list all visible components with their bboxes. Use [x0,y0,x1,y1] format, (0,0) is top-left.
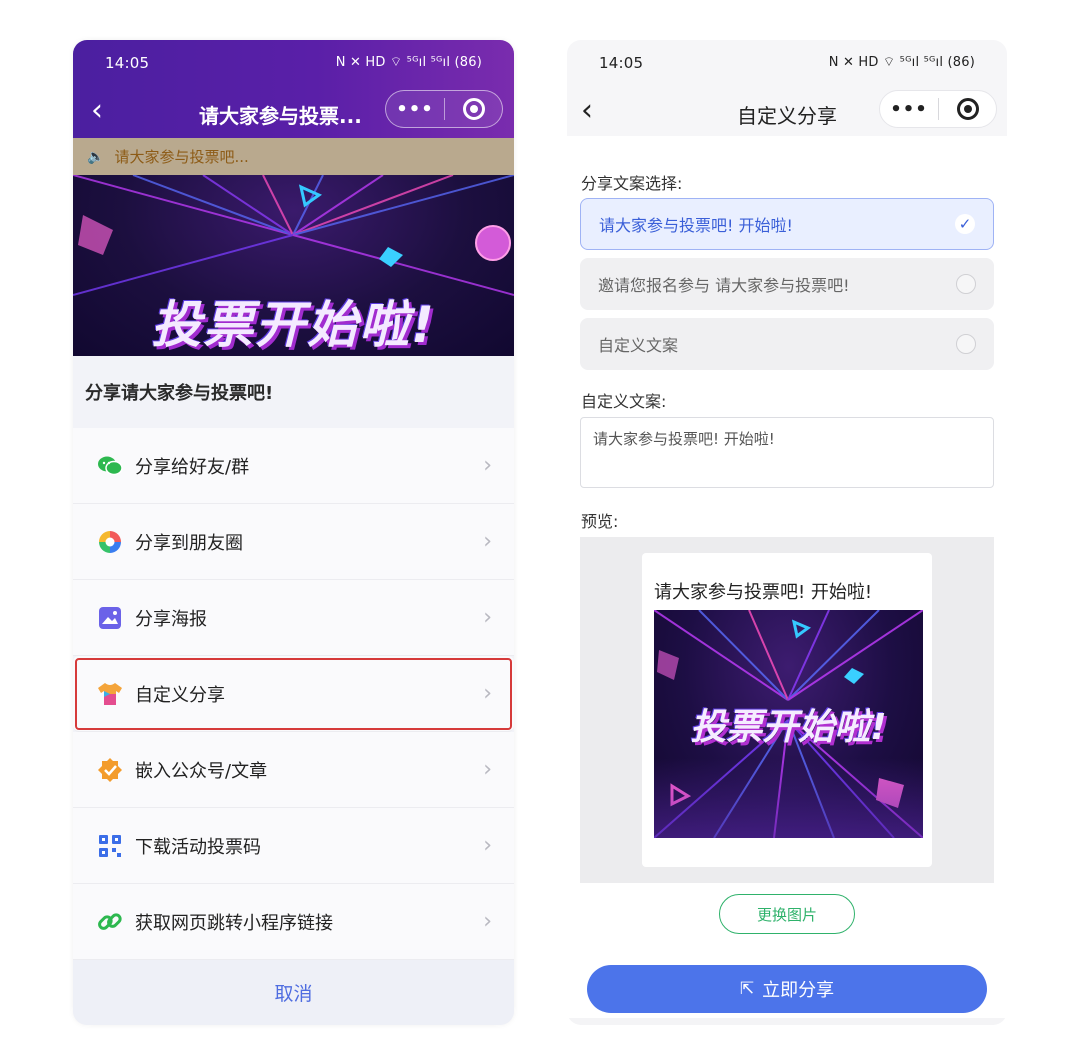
wechat-icon [97,453,123,479]
custom-copy-input[interactable]: 请大家参与投票吧! 开始啦! [580,417,994,488]
mini-program-capsule: ••• [385,90,503,128]
home-indicator-area [567,1018,1007,1025]
share-panel: 分享请大家参与投票吧! 分享给好友/群 › 分享到朋友圈 › 分享海报 › 自定… [73,356,514,1025]
copy-option-2[interactable]: 邀请您报名参与 请大家参与投票吧! [580,258,994,310]
checkmark-icon: ✓ [955,214,975,234]
qr-code-icon [97,833,123,859]
chevron-right-icon: › [483,757,492,782]
menu-label: 分享海报 [135,608,207,630]
link-icon [97,909,123,935]
mini-program-capsule: ••• [879,90,997,128]
menu-custom-share[interactable]: 自定义分享 › [73,656,514,732]
preview-image: 投票开始啦! [654,610,923,838]
option-text: 邀请您报名参与 请大家参与投票吧! [598,276,850,295]
chevron-right-icon: › [483,681,492,706]
menu-label: 下载活动投票码 [135,836,261,858]
menu-label: 分享到朋友圈 [135,532,243,554]
poster-icon [97,605,123,631]
chevron-right-icon: › [483,833,492,858]
radio-icon [956,334,976,354]
share-now-button[interactable]: ⇱ 立即分享 [587,965,987,1013]
option-text: 请大家参与投票吧! 开始啦! [599,216,793,235]
activity-banner: 投票开始啦! [73,175,514,356]
menu-label: 获取网页跳转小程序链接 [135,912,333,934]
target-icon [956,98,979,120]
chevron-right-icon: › [483,453,492,478]
custom-copy-label: 自定义文案: [581,392,667,411]
copy-option-1[interactable]: 请大家参与投票吧! 开始啦! ✓ [580,198,994,250]
menu-download-qrcode[interactable]: 下载活动投票码 › [73,808,514,884]
custom-share-screen: 14:05 N ✕ HD ⌔ ⁵ᴳıl ⁵ᴳıl (86) ‹ 自定义分享 ••… [567,40,1007,1025]
share-heading: 分享请大家参与投票吧! [73,356,514,428]
change-image-button[interactable]: 更换图片 [719,894,855,934]
banner-title: 投票开始啦! [151,296,436,354]
menu-label: 嵌入公众号/文章 [135,760,268,782]
share-menu-screen: 14:05 N ✕ HD ⌔ ⁵ᴳıl ⁵ᴳıl (86) ‹ 请大家参与投票.… [73,40,514,1025]
right-header: 14:05 N ✕ HD ⌔ ⁵ᴳıl ⁵ᴳıl (86) ‹ 自定义分享 ••… [567,40,1007,136]
status-time: 14:05 [599,54,644,72]
verified-badge-icon [97,757,123,783]
status-icons: N ✕ HD ⌔ ⁵ᴳıl ⁵ᴳıl (86) [828,55,975,70]
chevron-right-icon: › [483,605,492,630]
cancel-button[interactable]: 取消 [73,960,514,1025]
back-icon[interactable]: ‹ [581,96,593,126]
speaker-icon: 🔈 [87,148,105,165]
notice-text: 请大家参与投票吧... [114,148,249,166]
close-mini-program-button[interactable] [445,98,502,120]
menu-label: 分享给好友/群 [135,456,250,478]
preview-card: 请大家参与投票吧! 开始啦! 投票开始啦! [642,553,932,867]
share-now-label: 立即分享 [762,980,835,1001]
notice-bar: 🔈 请大家参与投票吧... [73,138,514,175]
back-icon[interactable]: ‹ [91,96,103,126]
radio-icon [956,274,976,294]
preview-image-title: 投票开始啦! [690,707,887,748]
shirt-icon [97,681,123,707]
menu-share-moments[interactable]: 分享到朋友圈 › [73,504,514,580]
preview-text: 请大家参与投票吧! 开始啦! [654,582,873,603]
preview-label: 预览: [581,512,619,531]
menu-label: 自定义分享 [135,684,225,706]
more-button[interactable]: ••• [386,99,444,120]
share-icon: ⇱ [739,979,755,999]
page-title: 自定义分享 [737,104,837,128]
moments-icon [97,529,123,555]
left-header: 14:05 N ✕ HD ⌔ ⁵ᴳıl ⁵ᴳıl (86) ‹ 请大家参与投票.… [73,40,514,138]
preview-floor-glow [654,758,923,838]
page-title: 请大家参与投票... [199,104,362,128]
close-mini-program-button[interactable] [939,98,996,120]
status-icons: N ✕ HD ⌔ ⁵ᴳıl ⁵ᴳıl (86) [335,55,482,70]
preview-area: 请大家参与投票吧! 开始啦! 投票开始啦! [580,537,994,883]
status-time: 14:05 [105,54,150,72]
option-text: 自定义文案 [598,336,679,355]
menu-embed-article[interactable]: 嵌入公众号/文章 › [73,732,514,808]
chevron-right-icon: › [483,909,492,934]
copy-select-label: 分享文案选择: [581,174,683,193]
more-button[interactable]: ••• [880,99,938,120]
copy-option-3[interactable]: 自定义文案 [580,318,994,370]
menu-share-poster[interactable]: 分享海报 › [73,580,514,656]
menu-get-link[interactable]: 获取网页跳转小程序链接 › [73,884,514,960]
menu-share-friends[interactable]: 分享给好友/群 › [73,428,514,504]
target-icon [462,98,485,120]
chevron-right-icon: › [483,529,492,554]
